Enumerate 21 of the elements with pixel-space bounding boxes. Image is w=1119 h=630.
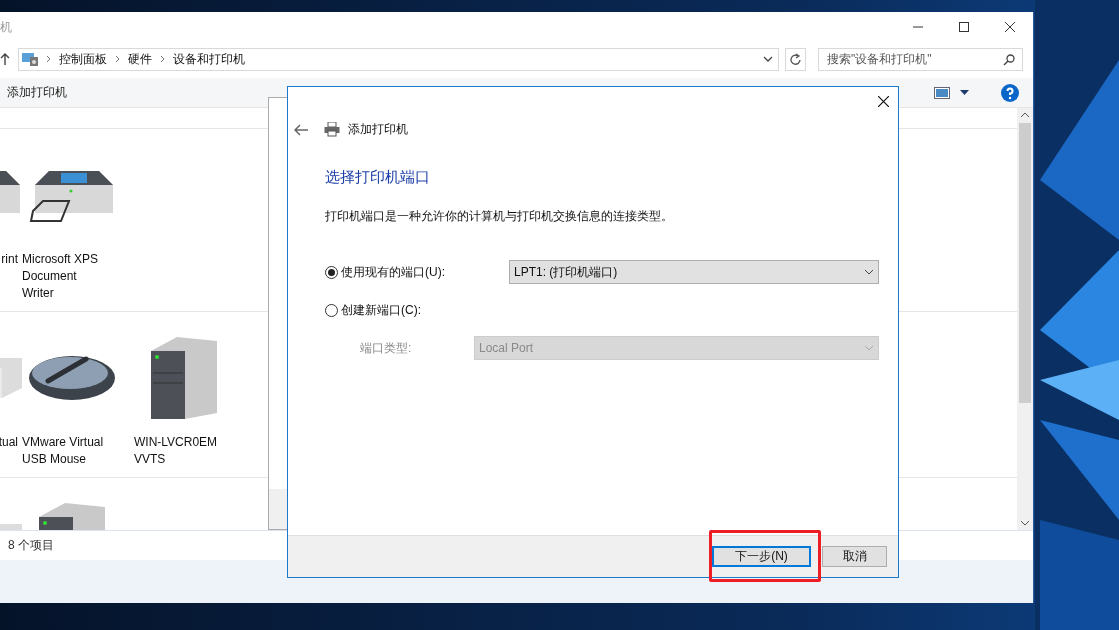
breadcrumb[interactable]: 硬件 — [124, 50, 156, 68]
dialog-title: 添加打印机 — [348, 121, 408, 138]
port-select[interactable]: LPT1: (打印机端口) — [509, 260, 879, 284]
search-field[interactable]: 搜索"设备和打印机" — [818, 47, 1023, 71]
device-label[interactable]: Microsoft XPS Document Writer — [22, 251, 108, 302]
cancel-button[interactable]: 取消 — [822, 546, 887, 567]
radio-label[interactable]: 使用现有的端口(U): — [341, 263, 509, 281]
port-type-label: 端口类型: — [359, 339, 413, 357]
address-bar[interactable]: 控制面板 硬件 设备和打印机 — [18, 47, 779, 71]
breadcrumb[interactable]: 控制面板 — [55, 50, 111, 68]
description: 打印机端口是一种允许你的计算机与打印机交换信息的连接类型。 — [325, 208, 674, 225]
breadcrumb[interactable]: 设备和打印机 — [169, 50, 249, 68]
page-heading: 选择打印机端口 — [325, 168, 431, 187]
add-printer-button[interactable]: 添加打印机 — [7, 84, 67, 101]
next-button[interactable]: 下一步(N) — [712, 546, 811, 567]
device-label[interactable]: WIN-LVCR0EM VVTS — [134, 434, 220, 468]
device-label[interactable]: rint — [1, 251, 18, 268]
status-text: 8 个项目 — [8, 537, 54, 554]
window-title: 机 — [0, 18, 12, 36]
device-label[interactable]: VMware Virtual USB Mouse — [22, 434, 108, 468]
radio-label[interactable]: 创建新端口(C): — [341, 301, 509, 319]
